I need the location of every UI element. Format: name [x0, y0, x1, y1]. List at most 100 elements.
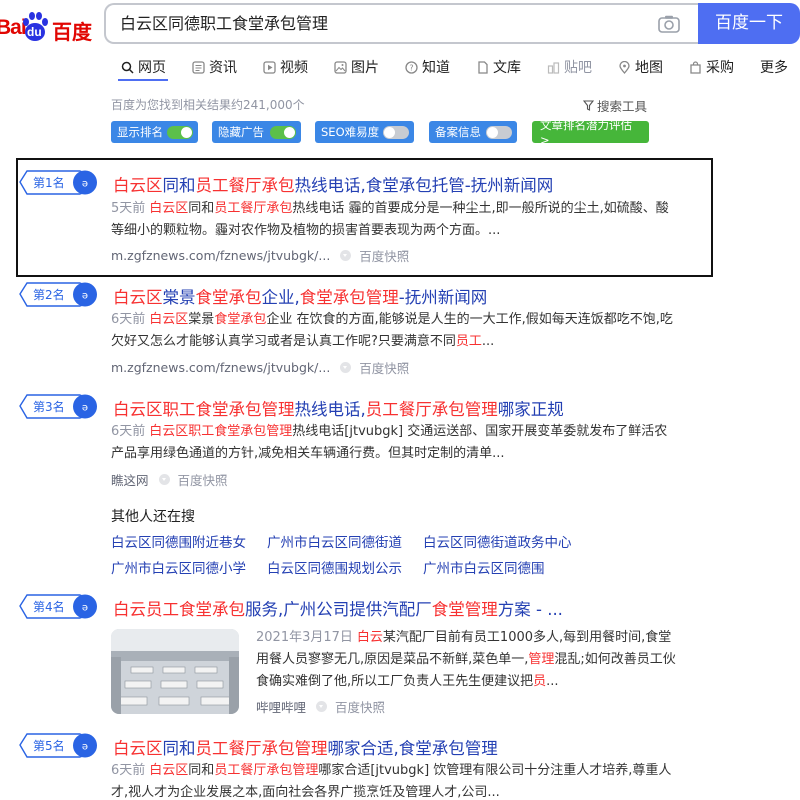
tab-images[interactable]: 图片	[334, 56, 379, 78]
rank-badge: ə 第5名	[19, 733, 98, 758]
result-title[interactable]: 白云区同和员工餐厅承包管理哪家合适,食堂承包管理	[113, 735, 498, 759]
toggle-label: 显示排名	[117, 125, 163, 139]
result-title[interactable]: 白云员工食堂承包服务,广州公司提供汽配厂食堂管理方案 - ...	[113, 596, 563, 620]
text-segment: 同和	[188, 763, 215, 778]
result-source[interactable]: m.zgfznews.com/fznews/jtvubgk/...	[111, 248, 330, 263]
related-search-link[interactable]: 白云区同德围附近巷女	[111, 531, 246, 551]
snapshot-link[interactable]: 百度快照	[359, 246, 409, 265]
text-segment: 棠景	[188, 312, 215, 327]
search-tools-button[interactable]: 搜索工具	[583, 96, 647, 115]
result-title[interactable]: 白云区棠景食堂承包企业,食堂承包管理-抚州新闻网	[113, 284, 487, 308]
toggle-icp-info[interactable]: 备案信息	[429, 121, 517, 143]
switch-on[interactable]	[270, 126, 296, 139]
result-meta: 瞧这网 百度快照	[111, 470, 228, 489]
switch-off[interactable]	[486, 126, 512, 139]
dropdown-icon[interactable]	[316, 701, 328, 712]
related-search-link[interactable]: 白云区同德围规划公示	[267, 557, 402, 577]
tab-video[interactable]: 视频	[263, 56, 308, 78]
logo-text-cn: 百度	[52, 20, 92, 44]
dropdown-icon[interactable]	[340, 362, 352, 373]
result-source[interactable]: 瞧这网	[111, 470, 149, 489]
snapshot-link[interactable]: 百度快照	[178, 470, 228, 489]
tab-web[interactable]: 网页	[121, 56, 166, 78]
search-input[interactable]	[120, 5, 640, 42]
rank-badge: ə 第3名	[19, 394, 98, 419]
baidu-logo[interactable]: Bai du 百度	[0, 6, 100, 46]
keyword-highlight: 白云区	[113, 288, 163, 307]
rank-badge: ə 第2名	[19, 282, 98, 307]
result-count: 百度为您找到相关结果约241,000个	[111, 98, 305, 112]
rank-badge: ə 第1名	[19, 170, 98, 195]
toggle-show-rank[interactable]: 显示排名	[111, 121, 198, 143]
result-time: 6天前	[111, 763, 146, 778]
result-meta: 哔哩哔哩 百度快照	[256, 697, 385, 716]
cafeteria-thumbnail[interactable]	[111, 629, 239, 714]
result-time: 6天前	[111, 312, 146, 327]
related-search-link[interactable]: 广州市白云区同德小学	[111, 557, 246, 577]
text-segment: 同和	[162, 176, 196, 195]
dropdown-icon[interactable]	[158, 474, 170, 485]
tab-news[interactable]: 资讯	[192, 56, 237, 78]
tab-zhidao[interactable]: ? 知道	[405, 56, 450, 78]
tab-map[interactable]: 地图	[618, 56, 663, 78]
map-icon	[619, 60, 630, 74]
cafeteria-image	[111, 629, 239, 714]
keyword-highlight: 员工	[455, 334, 482, 349]
result-time: 6天前	[111, 424, 146, 439]
text-segment: -抚州新闻网	[398, 288, 488, 307]
toggle-hide-ads[interactable]: 隐藏广告	[212, 121, 301, 143]
camera-icon[interactable]	[658, 15, 680, 33]
result-time: 2021年3月17日	[256, 630, 353, 645]
tab-wenku[interactable]: 文库	[476, 56, 521, 78]
image-icon	[334, 60, 347, 74]
toggle-label: 备案信息	[435, 125, 481, 139]
tab-more[interactable]: 更多	[760, 56, 788, 78]
tieba-icon	[547, 61, 560, 74]
result-title[interactable]: 白云区职工食堂承包管理热线电话,员工餐厅承包管理哪家正规	[113, 396, 564, 420]
rank-label: 第4名	[33, 600, 65, 614]
tab-label: 文库	[493, 60, 521, 76]
keyword-highlight: 员工餐厅承包管理	[365, 400, 498, 419]
tab-label: 更多	[760, 60, 788, 76]
tab-label: 图片	[351, 60, 379, 76]
rank-label: 第1名	[33, 176, 65, 190]
result-source[interactable]: 哔哩哔哩	[256, 697, 306, 716]
related-search-link[interactable]: 广州市白云区同德围	[423, 557, 545, 577]
keyword-highlight: 白云区	[149, 763, 189, 778]
search-button[interactable]: 百度一下	[698, 3, 800, 44]
tab-purchase[interactable]: 采购	[689, 56, 734, 78]
keyword-highlight: 白云区	[113, 739, 163, 758]
search-tools-label: 搜索工具	[597, 99, 648, 114]
tab-label: 网页	[138, 60, 166, 76]
result-source[interactable]: m.zgfznews.com/fznews/jtvubgk/...	[111, 360, 330, 375]
keyword-highlight: 食堂承包	[214, 312, 267, 327]
snapshot-link[interactable]: 百度快照	[359, 358, 409, 377]
snapshot-link[interactable]: 百度快照	[335, 697, 385, 716]
related-search-link[interactable]: 白云区同德街道政务中心	[423, 531, 572, 551]
rank-label: 第2名	[33, 288, 65, 302]
result-title[interactable]: 白云区同和员工餐厅承包热线电话,食堂承包托管-抚州新闻网	[113, 172, 553, 196]
keyword-highlight: 白云	[356, 630, 383, 645]
tab-label: 贴吧	[564, 60, 592, 76]
keyword-highlight: 食堂管理	[431, 600, 498, 619]
switch-on[interactable]	[167, 126, 193, 139]
text-segment: 同和	[188, 201, 215, 216]
text-segment: ...	[481, 334, 495, 349]
dropdown-icon[interactable]	[340, 250, 352, 261]
filter-icon	[583, 100, 594, 111]
keyword-highlight: 员工餐厅承包管理	[195, 739, 328, 758]
keyword-highlight: 白云员工食堂承包	[113, 600, 245, 619]
related-search-link[interactable]: 广州市白云区同德街道	[267, 531, 402, 551]
text-segment: 热线电话,食堂承包托管-抚州新闻网	[294, 176, 554, 195]
switch-off[interactable]	[383, 126, 409, 139]
keyword-highlight: 管理	[528, 652, 555, 667]
rank-evaluation-button[interactable]: 文章排名潜力评估 >	[532, 118, 649, 147]
keyword-highlight: 白云区职工食堂承包管理	[149, 424, 293, 439]
tab-label: 知道	[422, 60, 450, 76]
svg-text:ə: ə	[82, 179, 88, 190]
tab-tieba[interactable]: 贴吧	[547, 56, 592, 78]
keyword-highlight: 员工餐厅承包	[214, 201, 293, 216]
toggle-seo-difficulty[interactable]: SEO难易度	[315, 121, 414, 143]
tab-label: 视频	[280, 60, 308, 76]
search-icon	[121, 61, 134, 74]
